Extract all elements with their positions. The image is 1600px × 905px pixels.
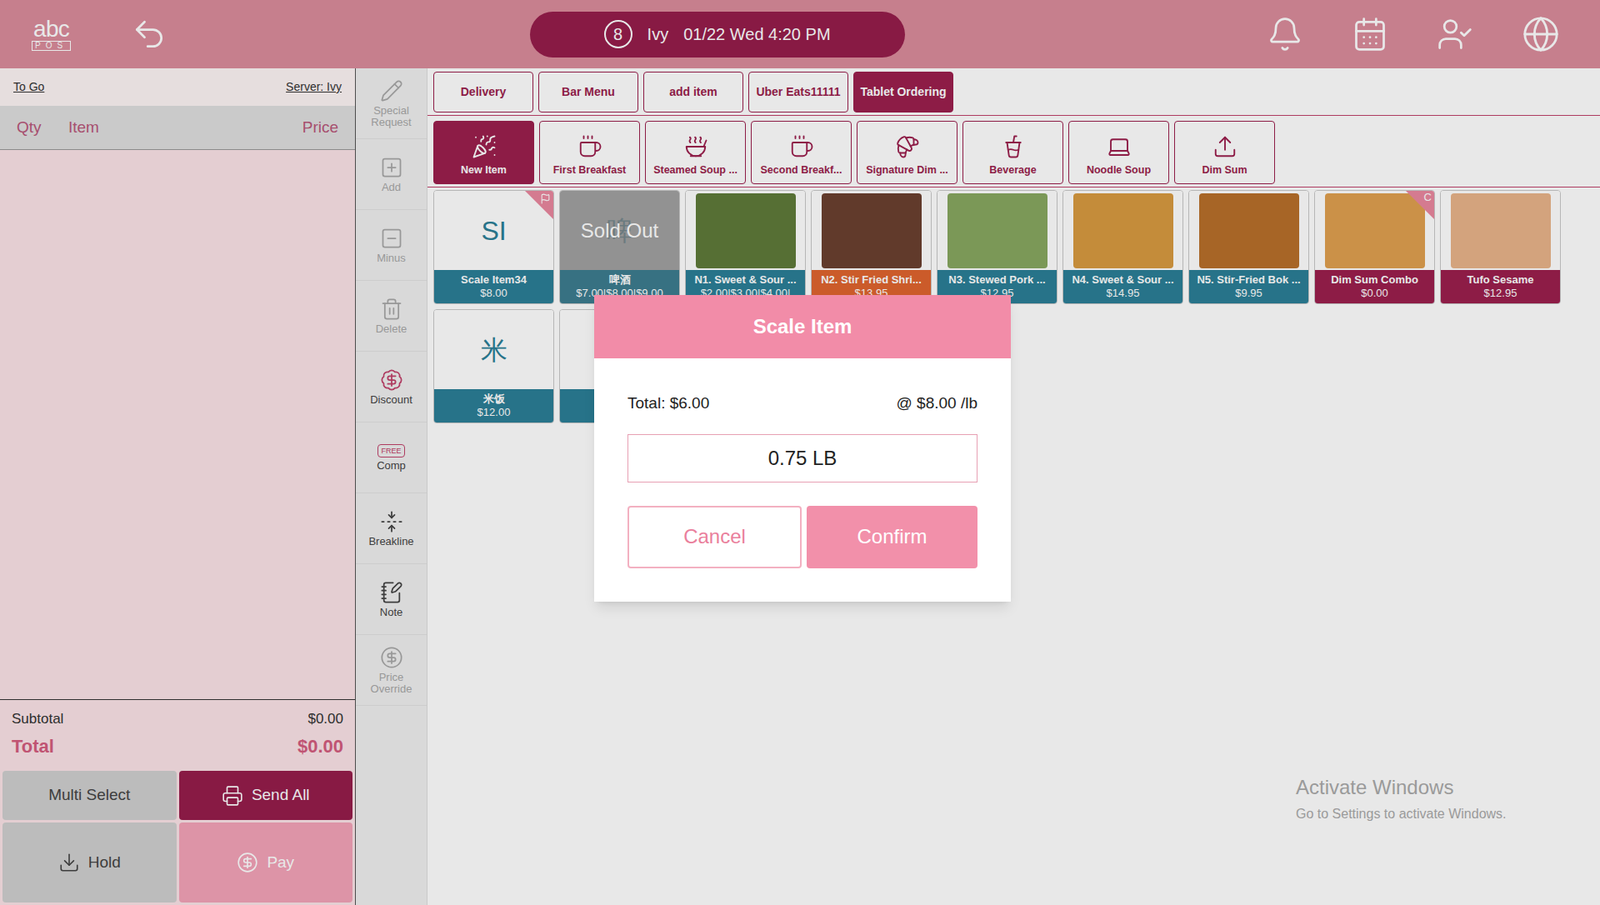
dialog-header: Scale Item (594, 295, 1011, 359)
windows-watermark: Activate WindowsGo to Settings to activa… (1295, 772, 1507, 825)
dialog-button[interactable]: Cancel (627, 505, 802, 569)
dialog-rate: @ $8.00 /lb (896, 391, 978, 416)
pos-screen: abcPOS8Ivy01/22 Wed 4:20 PMTo GoServer: … (0, 0, 1600, 905)
dialog-total: Total: $6.00 (627, 391, 710, 416)
weight-input[interactable]: 0.75 LB (627, 434, 978, 483)
scale-item-dialog: Scale Item Total: $6.00 @ $8.00 /lb 0.75 LB… (594, 295, 1011, 602)
dialog-button[interactable]: Confirm (806, 505, 978, 569)
